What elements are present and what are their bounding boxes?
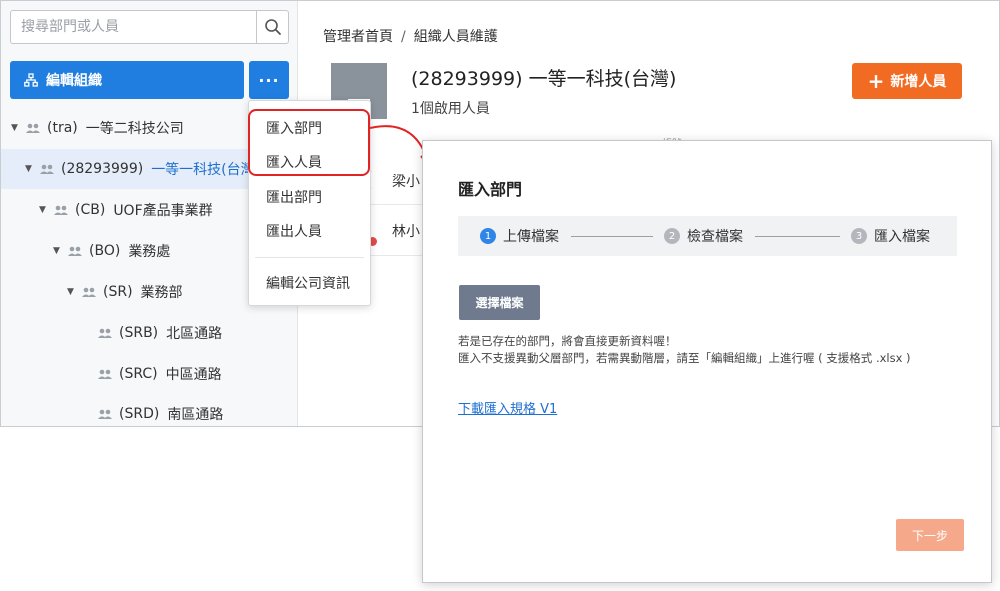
edit-org-label: 編輯組織: [46, 73, 102, 89]
caret-down-icon: ▼: [25, 164, 32, 174]
plus-icon: +: [867, 69, 885, 93]
add-user-label: 新增人員: [890, 74, 947, 90]
next-step-button[interactable]: 下一步: [896, 519, 964, 551]
step-check: 2 檢查檔案: [664, 216, 743, 256]
choose-file-button[interactable]: 選擇檔案: [459, 285, 540, 320]
people-icon: [39, 164, 55, 174]
dialog-title: 匯入部門: [458, 180, 523, 199]
people-icon: [97, 409, 113, 419]
step-label: 檢查檔案: [687, 229, 743, 245]
people-icon: [25, 123, 41, 133]
hint-text: 匯入不支援異動父層部門，若需異動階層，請至「編輯組織」上進行喔 ( 支援格式 .…: [458, 351, 911, 365]
menu-item-edit-company-info[interactable]: 編輯公司資訊: [266, 273, 350, 293]
tree-item-label: 業務處: [128, 244, 171, 260]
tree-item-code: (SRB): [119, 325, 159, 341]
caret-down-icon: ▼: [11, 123, 18, 133]
tree-item[interactable]: (SRB) 北區通路: [1, 313, 297, 353]
search-input[interactable]: [11, 11, 256, 43]
hint-text: 若是已存在的部門，將會直接更新資料喔！: [458, 334, 677, 348]
search-button[interactable]: [256, 11, 288, 43]
caret-down-icon: ▼: [53, 246, 60, 256]
menu-item-export-users[interactable]: 匯出人員: [266, 221, 322, 241]
breadcrumb-current: 組織人員維護: [413, 29, 498, 45]
divider: [362, 255, 422, 256]
tree-item-code: (SRC): [119, 366, 158, 382]
tree-item-code: (tra): [47, 120, 78, 136]
annotation-highlight-box: [248, 109, 370, 176]
org-chart-icon: [24, 73, 38, 87]
tree-item[interactable]: (SRD) 南區通路: [1, 394, 297, 426]
list-item[interactable]: 林小: [362, 209, 422, 253]
breadcrumb-home[interactable]: 管理者首頁: [323, 29, 393, 45]
page-title: (28293999) 一等一科技(台灣): [411, 68, 677, 90]
step-number: 3: [851, 228, 867, 244]
step-import: 3 匯入檔案: [851, 216, 930, 256]
user-name: 林小: [392, 224, 420, 240]
search-icon: [264, 19, 281, 35]
tree-item-label: UOF產品事業群: [113, 203, 213, 219]
tree-item-code: (SRD): [119, 406, 160, 422]
tree-item-label: 南區通路: [167, 407, 224, 423]
step-number: 1: [480, 228, 496, 244]
caret-down-icon: ▼: [39, 205, 46, 215]
tree-item-code: (SR): [103, 284, 133, 300]
step-number: 2: [664, 228, 680, 244]
tree-item-label: 北區通路: [166, 326, 223, 342]
tree-item-label: 一等二科技公司: [85, 121, 184, 137]
caret-down-icon: ▼: [67, 287, 74, 297]
breadcrumb: 管理者首頁 / 組織人員維護: [323, 26, 498, 46]
people-icon: [81, 287, 97, 297]
menu-item-export-department[interactable]: 匯出部門: [266, 187, 322, 207]
search-box: [10, 10, 289, 44]
menu-divider: [255, 257, 364, 258]
download-spec-link[interactable]: 下載匯入規格 V1: [458, 398, 557, 417]
people-icon: [97, 369, 113, 379]
breadcrumb-separator: /: [401, 29, 406, 45]
more-icon: ···: [258, 70, 280, 90]
add-user-button[interactable]: + 新增人員: [852, 63, 962, 99]
people-icon: [97, 328, 113, 338]
people-icon: [53, 205, 69, 215]
import-department-dialog: 匯入部門 1 上傳檔案 2 檢查檔案 3 匯入檔案 選擇檔案 若是已存在的部門，…: [422, 140, 992, 583]
tree-item[interactable]: (SRC) 中區通路: [1, 354, 297, 394]
tree-item-label: 中區通路: [165, 367, 222, 383]
people-icon: [67, 246, 83, 256]
tree-item-label: 一等一科技(台灣): [151, 162, 261, 178]
step-upload: 1 上傳檔案: [480, 216, 559, 256]
edit-org-button[interactable]: 編輯組織: [10, 61, 244, 99]
step-connector: [571, 236, 653, 237]
step-label: 上傳檔案: [503, 229, 559, 245]
stepper: 1 上傳檔案 2 檢查檔案 3 匯入檔案: [458, 216, 957, 256]
divider: [362, 204, 422, 205]
tree-item-code: (BO): [89, 243, 121, 259]
tree-item-label: 業務部: [140, 285, 183, 301]
tree-item-code: (28293999): [61, 161, 144, 177]
step-connector: [755, 236, 840, 237]
tree-item-code: (CB): [75, 202, 106, 218]
step-label: 匯入檔案: [874, 229, 930, 245]
more-options-button[interactable]: ···: [249, 61, 289, 99]
